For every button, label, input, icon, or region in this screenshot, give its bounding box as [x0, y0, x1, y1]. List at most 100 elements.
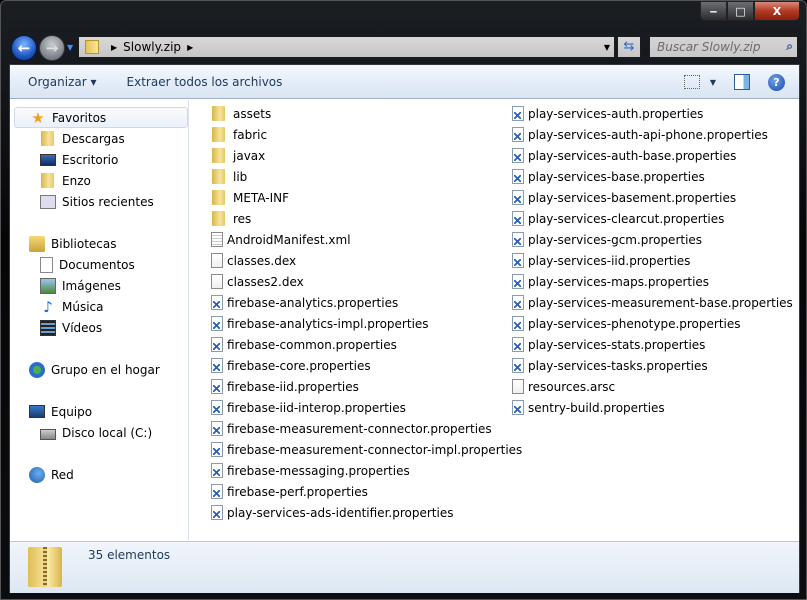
file-item[interactable]: play-services-gcm.properties — [512, 229, 702, 250]
nav-item-label: Sitios recientes — [62, 194, 154, 209]
file-item[interactable]: play-services-base.properties — [512, 166, 705, 187]
file-item[interactable]: AndroidManifest.xml — [211, 229, 351, 250]
extract-all-button[interactable]: Extraer todos los archivos — [119, 75, 291, 89]
file-name: firebase-iid.properties — [227, 379, 359, 394]
file-item[interactable]: play-services-stats.properties — [512, 334, 705, 355]
breadcrumb-slowly-zip[interactable]: Slowly.zip — [123, 40, 181, 54]
properties-file-icon — [211, 316, 223, 331]
file-item[interactable]: play-services-tasks.properties — [512, 355, 708, 376]
change-view-icon[interactable] — [683, 75, 700, 89]
nav-item-escritorio[interactable]: Escritorio — [40, 149, 118, 170]
file-item[interactable]: classes2.dex — [211, 271, 304, 292]
file-item[interactable]: resources.arsc — [512, 376, 615, 397]
file-item[interactable]: firebase-measurement-connector.propertie… — [211, 418, 492, 439]
nav-item-documentos[interactable]: Documentos — [40, 254, 135, 275]
file-item[interactable]: firebase-core.properties — [211, 355, 371, 376]
folder-icon — [212, 169, 225, 184]
file-item[interactable]: play-services-basement.properties — [512, 187, 736, 208]
file-name: javax — [233, 148, 266, 163]
nav-item-label: Enzo — [62, 173, 91, 188]
file-name: sentry-build.properties — [528, 400, 665, 415]
file-name: firebase-measurement-connector-impl.prop… — [227, 442, 523, 457]
help-icon[interactable]: ? — [768, 73, 785, 91]
file-item[interactable]: play-services-auth-api-phone.properties — [512, 124, 768, 145]
file-item[interactable]: play-services-auth-base.properties — [512, 145, 736, 166]
folder-icon — [212, 148, 225, 163]
file-item[interactable]: firebase-common.properties — [211, 334, 397, 355]
nav-item-label: Escritorio — [62, 152, 119, 167]
file-name: play-services-measurement-base.propertie… — [528, 295, 793, 310]
navigation-pane: ★ Favoritos Descargas Escritorio Enzo Sitios … — [10, 100, 189, 540]
forward-button[interactable]: → — [39, 35, 65, 61]
file-item[interactable]: sentry-build.properties — [512, 397, 665, 418]
file-name: res — [233, 211, 252, 226]
music-icon: ♪ — [43, 297, 53, 316]
preview-pane-icon[interactable] — [734, 74, 750, 90]
file-item[interactable]: play-services-ads-identifier.properties — [211, 502, 453, 523]
nav-item-favoritos[interactable]: ★ Favoritos — [14, 107, 188, 128]
close-button[interactable]: X — [754, 1, 800, 21]
pc-icon — [29, 405, 45, 418]
folder-item[interactable]: assets — [211, 103, 271, 124]
folder-item[interactable]: META-INF — [211, 187, 289, 208]
nav-item-bibliotecas[interactable]: Bibliotecas — [29, 233, 116, 254]
nav-item-im-genes[interactable]: Imágenes — [40, 275, 121, 296]
file-item[interactable]: firebase-analytics-impl.properties — [211, 313, 429, 334]
search-input[interactable]: Buscar Slowly.zip ⌕ — [649, 36, 798, 58]
file-name: firebase-common.properties — [227, 337, 397, 352]
address-dropdown-icon[interactable]: ▼ — [604, 43, 610, 52]
file-icon — [211, 274, 223, 289]
folder-item[interactable]: javax — [211, 145, 265, 166]
file-item[interactable]: play-services-measurement-base.propertie… — [512, 292, 793, 313]
breadcrumb-arrow-icon[interactable]: ▶ — [187, 43, 193, 52]
file-item[interactable]: firebase-measurement-connector-impl.prop… — [211, 439, 522, 460]
folder-item[interactable]: lib — [211, 166, 247, 187]
address-bar[interactable]: ▶ Slowly.zip ▶ ▼ — [78, 36, 615, 58]
nav-item-sitios-recientes[interactable]: Sitios recientes — [40, 191, 154, 212]
file-item[interactable]: play-services-maps.properties — [512, 271, 709, 292]
organize-button[interactable]: Organizar ▾ — [20, 75, 105, 89]
nav-item-label: Imágenes — [62, 278, 121, 293]
nav-item-enzo[interactable]: Enzo — [40, 170, 91, 191]
file-name: resources.arsc — [528, 379, 616, 394]
search-icon[interactable]: ⌕ — [786, 39, 793, 54]
properties-file-icon — [512, 400, 524, 415]
file-item[interactable]: firebase-iid.properties — [211, 376, 359, 397]
file-item[interactable]: play-services-iid.properties — [512, 250, 690, 271]
folder-icon — [212, 106, 225, 121]
nav-item-v-deos[interactable]: Vídeos — [40, 317, 102, 338]
file-item[interactable]: firebase-messaging.properties — [211, 460, 410, 481]
nav-item-m-sica[interactable]: ♪ Música — [40, 296, 103, 317]
explorer-window: ‒ □ X ← → ▼ ▶ Slowly.zip ▶ ▼ ⇆ Buscar Sl… — [0, 0, 807, 600]
nav-item-equipo[interactable]: Equipo — [29, 401, 92, 422]
minimize-button[interactable]: ‒ — [700, 1, 727, 21]
nav-item-descargas[interactable]: Descargas — [40, 128, 125, 149]
back-button[interactable]: ← — [11, 35, 37, 61]
recent-pages-dropdown[interactable]: ▼ — [67, 43, 73, 52]
nav-item-red[interactable]: Red — [29, 464, 74, 485]
folder-item[interactable]: res — [211, 208, 251, 229]
refresh-button[interactable]: ⇆ — [617, 36, 641, 58]
folder-item[interactable]: fabric — [211, 124, 267, 145]
file-name: firebase-analytics-impl.properties — [227, 316, 429, 331]
properties-file-icon — [512, 106, 524, 121]
file-item[interactable]: play-services-phenotype.properties — [512, 313, 741, 334]
file-item[interactable]: firebase-iid-interop.properties — [211, 397, 406, 418]
file-item[interactable]: classes.dex — [211, 250, 296, 271]
maximize-button[interactable]: □ — [727, 1, 754, 21]
properties-file-icon — [211, 358, 223, 373]
file-item[interactable]: play-services-auth.properties — [512, 103, 703, 124]
explorer-body: Organizar ▾ Extraer todos los archivos ▼… — [9, 64, 800, 593]
properties-file-icon — [211, 463, 223, 478]
properties-file-icon — [512, 190, 524, 205]
file-item[interactable]: firebase-analytics.properties — [211, 292, 398, 313]
nav-item-disco-local-c-[interactable]: Disco local (C:) — [40, 422, 152, 443]
view-dropdown-icon[interactable]: ▼ — [710, 78, 716, 87]
properties-file-icon — [512, 169, 524, 184]
file-item[interactable]: firebase-perf.properties — [211, 481, 368, 502]
file-item[interactable]: play-services-clearcut.properties — [512, 208, 724, 229]
nav-item-grupo-en-el-hogar[interactable]: Grupo en el hogar — [29, 359, 160, 380]
video-icon — [40, 319, 56, 336]
file-name: play-services-clearcut.properties — [528, 211, 725, 226]
breadcrumb-arrow-icon[interactable]: ▶ — [111, 43, 117, 52]
